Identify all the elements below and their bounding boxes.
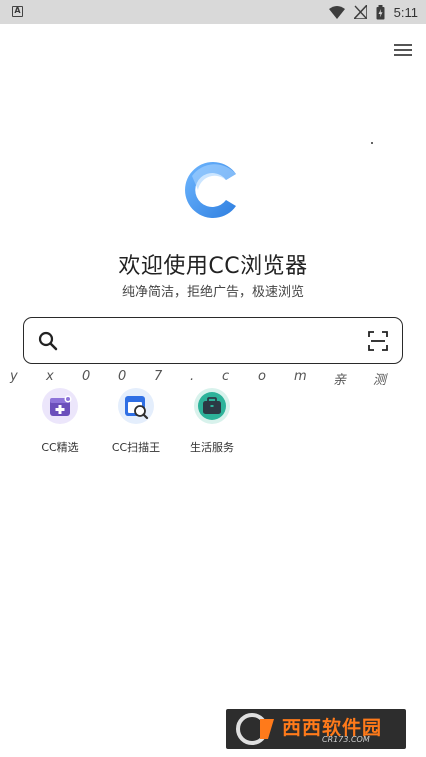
watermark-char: 亲 (333, 373, 347, 388)
search-input[interactable] (70, 326, 346, 357)
status-bar: A 5:11 (0, 0, 426, 24)
shortcut-cc-scanner[interactable]: CC扫描王 (100, 388, 172, 455)
notification-icon: A (12, 6, 23, 17)
scan-icon[interactable] (367, 330, 389, 352)
wifi-icon (328, 5, 345, 19)
watermark-text: y x 0 0 7 . c o m 亲 测 (0, 369, 426, 388)
shortcut-cc-picks[interactable]: CC精选 (24, 388, 96, 455)
page-subtitle: 纯净简洁，拒绝广告，极速浏览 (121, 285, 304, 300)
cr173-logo-icon (236, 713, 274, 745)
watermark-char: 0 (82, 369, 91, 384)
battery-charging-icon (376, 4, 385, 19)
signal-off-icon (353, 5, 367, 19)
shortcut-life-services[interactable]: 生活服务 (176, 388, 248, 455)
clock: 5:11 (393, 4, 418, 20)
watermark-char: 0 (118, 369, 127, 384)
shortcut-label: CC精选 (41, 441, 79, 454)
stray-dot (371, 142, 373, 144)
watermark-char: y (10, 369, 18, 384)
cc-picks-icon (42, 388, 78, 424)
watermark-char: m (294, 369, 307, 384)
watermark-char: x (46, 369, 54, 384)
site-watermark-badge: 西西软件园 CR173.COM (226, 709, 406, 749)
watermark-char: c (222, 369, 230, 384)
watermark-char: 测 (373, 373, 387, 388)
page-title: 欢迎使用CC浏览器 (118, 254, 308, 279)
badge-domain: CR173.COM (322, 735, 370, 744)
cc-browser-logo (185, 162, 236, 218)
watermark-char: . (190, 369, 195, 384)
search-icon (38, 331, 58, 351)
menu-button[interactable] (391, 40, 415, 60)
menu-icon (394, 44, 412, 56)
cc-scanner-icon (118, 388, 154, 424)
shortcut-label: 生活服务 (190, 441, 234, 454)
life-services-icon (194, 388, 230, 424)
watermark-char: o (258, 369, 266, 384)
shortcut-label: CC扫描王 (111, 441, 161, 454)
watermark-char: 7 (154, 369, 163, 384)
search-bar[interactable] (23, 317, 403, 364)
